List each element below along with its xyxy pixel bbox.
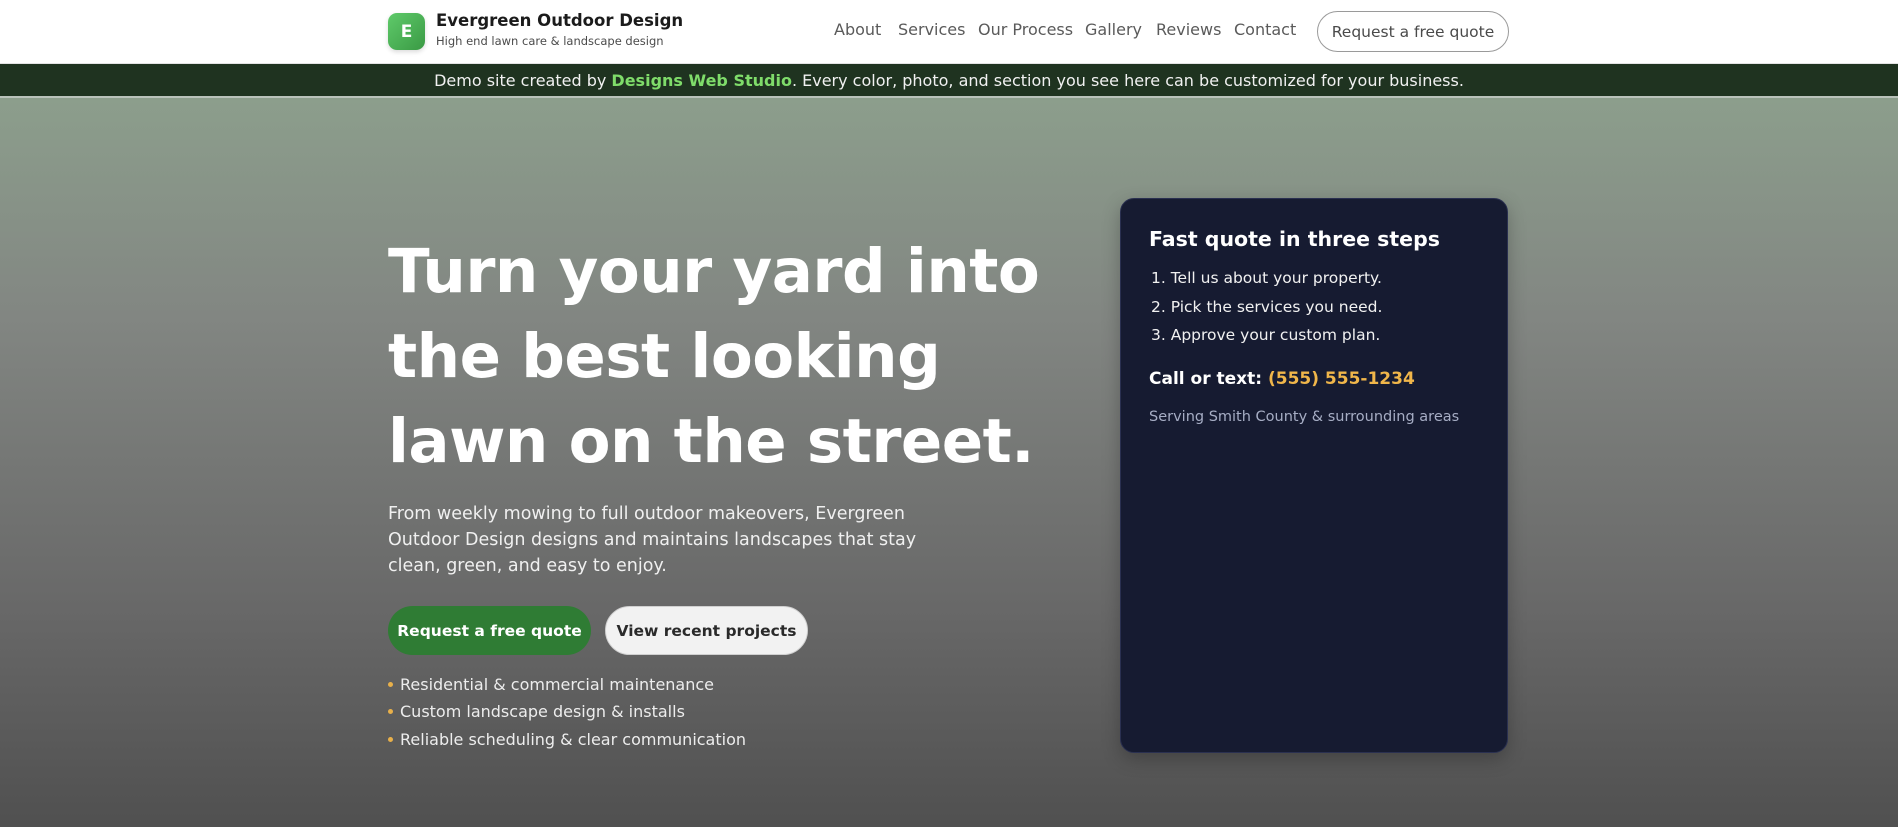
nav-reviews[interactable]: Reviews: [1156, 20, 1221, 39]
quote-step: 3. Approve your custom plan.: [1151, 326, 1381, 344]
bullet-dot-icon: [388, 682, 393, 687]
hero-section: Turn your yard into the best looking law…: [0, 98, 1898, 827]
nav-our-process[interactable]: Our Process: [978, 20, 1073, 39]
hero-request-quote-button[interactable]: Request a free quote: [388, 606, 591, 655]
brand-name[interactable]: Evergreen Outdoor Design: [436, 11, 683, 30]
logo-badge[interactable]: E: [388, 13, 425, 50]
nav-gallery[interactable]: Gallery: [1085, 20, 1142, 39]
nav-services[interactable]: Services: [898, 20, 965, 39]
demo-banner: Demo site created by Designs Web Studio …: [0, 64, 1898, 98]
feature-item: Custom landscape design & installs: [388, 702, 685, 721]
hero-title: Turn your yard into the best looking law…: [388, 236, 1040, 477]
call-label: Call or text:: [1149, 369, 1268, 389]
quote-card: Fast quote in three steps 1. Tell us abo…: [1120, 198, 1508, 753]
bullet-dot-icon: [388, 737, 393, 742]
service-area: Serving Smith County & surrounding areas: [1149, 409, 1460, 425]
banner-studio-link[interactable]: Designs Web Studio: [611, 71, 792, 90]
nav-about[interactable]: About: [834, 20, 881, 39]
view-projects-button[interactable]: View recent projects: [605, 606, 808, 655]
banner-prefix: Demo site created by: [434, 70, 612, 90]
feature-item: Residential & commercial maintenance: [388, 675, 714, 694]
feature-item: Reliable scheduling & clear communicatio…: [388, 730, 746, 749]
feature-label: Reliable scheduling & clear communicatio…: [400, 730, 747, 749]
quote-step: 2. Pick the services you need.: [1151, 298, 1383, 316]
call-or-text: Call or text: (555) 555-1234: [1149, 369, 1415, 389]
brand-tagline: High end lawn care & landscape design: [436, 34, 664, 48]
banner-suffix: . Every color, photo, and section you se…: [791, 70, 1464, 90]
phone-link[interactable]: (555) 555-1234: [1268, 369, 1415, 389]
feature-label: Custom landscape design & installs: [400, 702, 685, 721]
bullet-dot-icon: [388, 709, 393, 714]
quote-card-title: Fast quote in three steps: [1149, 227, 1440, 251]
header-request-quote-button[interactable]: Request a free quote: [1317, 11, 1509, 52]
hero-description: From weekly mowing to full outdoor makeo…: [388, 504, 917, 576]
site-header: E Evergreen Outdoor Design High end lawn…: [0, 0, 1898, 64]
quote-step: 1. Tell us about your property.: [1151, 269, 1382, 287]
feature-label: Residential & commercial maintenance: [400, 675, 715, 694]
nav-contact[interactable]: Contact: [1234, 20, 1296, 39]
